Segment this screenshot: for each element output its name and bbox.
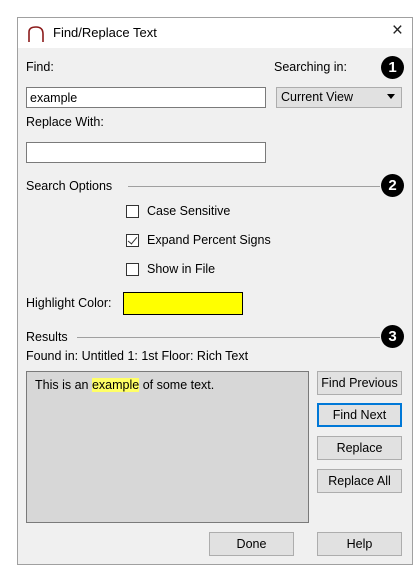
searching-in-label: Searching in:: [274, 60, 347, 74]
search-options-divider: [128, 186, 380, 187]
find-label: Find:: [26, 60, 54, 74]
searching-in-value: Current View: [281, 90, 354, 104]
replace-all-button[interactable]: Replace All: [317, 469, 402, 493]
checkbox-box: [126, 234, 139, 247]
callout-badge-2: 2: [381, 174, 404, 197]
chevron-down-icon: [387, 94, 395, 99]
checkbox-box: [126, 263, 139, 276]
found-in-text: Found in: Untitled 1: 1st Floor: Rich Te…: [26, 349, 249, 363]
arc-icon: [28, 26, 44, 42]
done-button[interactable]: Done: [209, 532, 294, 556]
window-title: Find/Replace Text: [53, 25, 157, 40]
find-previous-button[interactable]: Find Previous: [317, 371, 402, 395]
callout-badge-1: 1: [381, 56, 404, 79]
highlight-color-swatch[interactable]: [123, 292, 243, 315]
help-button[interactable]: Help: [317, 532, 402, 556]
checkbox-box: [126, 205, 139, 218]
checkmark-icon: [127, 234, 138, 245]
results-label: Results: [26, 330, 68, 344]
replace-button[interactable]: Replace: [317, 436, 402, 460]
searching-in-select[interactable]: Current View: [276, 87, 402, 108]
title-bar: Find/Replace Text ×: [18, 18, 412, 48]
show-in-file-label: Show in File: [147, 262, 216, 276]
case-sensitive-label: Case Sensitive: [147, 204, 231, 218]
find-replace-dialog: Find/Replace Text × Find: Searching in: …: [17, 17, 413, 565]
result-text-match: example: [91, 378, 140, 392]
replace-input[interactable]: [26, 142, 266, 163]
callout-badge-3: 3: [381, 325, 404, 348]
results-divider: [77, 337, 380, 338]
result-text-after: of some text.: [139, 378, 215, 392]
result-text-before: This is an: [35, 378, 92, 392]
search-options-label: Search Options: [26, 179, 113, 193]
highlight-color-label: Highlight Color:: [26, 296, 112, 310]
replace-label: Replace With:: [26, 115, 104, 129]
find-input[interactable]: [26, 87, 266, 108]
expand-percent-signs-label: Expand Percent Signs: [147, 233, 271, 247]
results-preview[interactable]: This is an example of some text.: [26, 371, 309, 523]
find-next-button[interactable]: Find Next: [317, 403, 402, 427]
close-button[interactable]: ×: [392, 21, 403, 41]
